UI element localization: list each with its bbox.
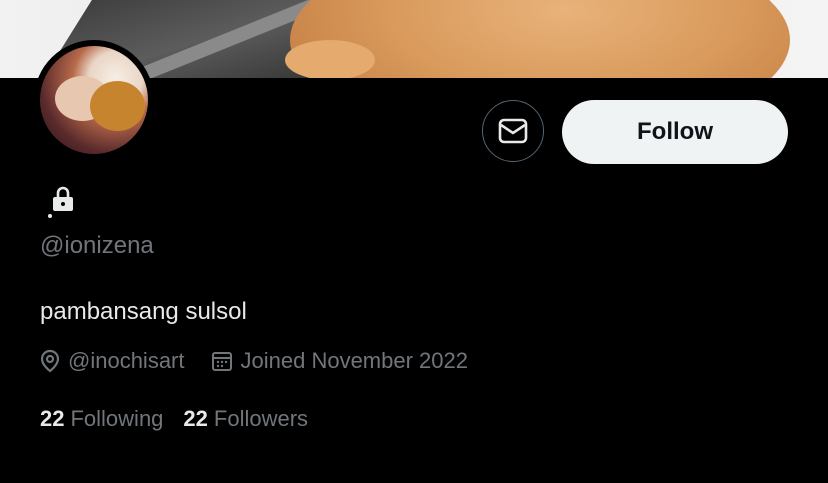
profile-website-text: @inochisart [68, 348, 185, 373]
profile-joined: Joined November 2022 [211, 348, 468, 374]
followers-link[interactable]: 22 Followers [183, 406, 308, 432]
banner-cat-paw [285, 40, 375, 78]
profile-joined-text: Joined November 2022 [240, 348, 468, 373]
avatar[interactable] [34, 40, 154, 160]
followers-label: Followers [213, 406, 309, 431]
following-count: 22 [40, 406, 65, 431]
profile-location: @inochisart [40, 348, 185, 374]
profile-meta: @inochisart Joined November 2022 [40, 348, 494, 374]
avatar-image [40, 46, 148, 154]
profile-handle: @ionizena [40, 232, 154, 259]
profile-bio: pambansang sulsol [40, 298, 247, 325]
message-button[interactable] [482, 100, 544, 162]
follow-button[interactable]: Follow [562, 100, 788, 164]
lock-icon [53, 186, 73, 211]
location-pin-icon [40, 349, 60, 373]
calendar-icon [211, 352, 232, 371]
verified-dot [48, 214, 52, 218]
following-label: Following [70, 406, 164, 431]
avatar-hair [90, 81, 145, 131]
profile-counts: 22 Following 22 Followers [40, 406, 328, 432]
following-link[interactable]: 22 Following [40, 406, 163, 432]
envelope-icon [498, 118, 528, 144]
followers-count: 22 [183, 406, 208, 431]
